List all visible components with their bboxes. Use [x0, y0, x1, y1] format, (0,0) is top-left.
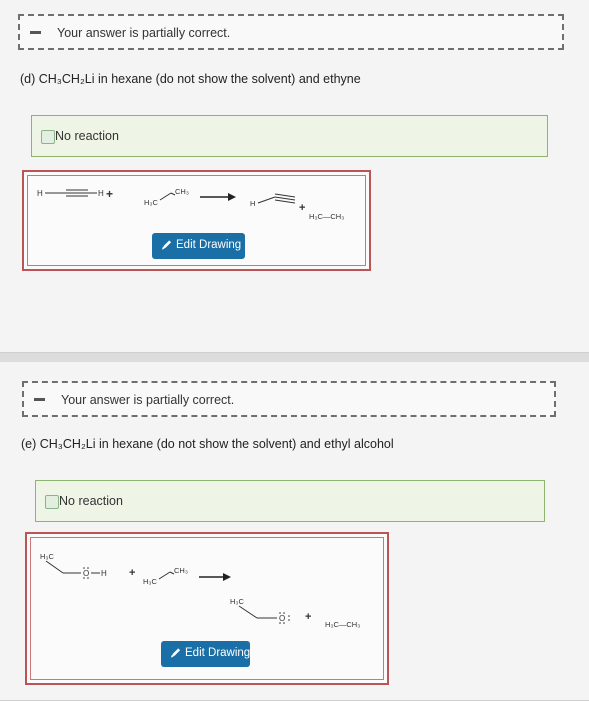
- product-plus: +: [299, 202, 305, 214]
- drawing-area[interactable]: H H + H₃C CH₃ H + H₃C—CH₃ Edit Drawing: [22, 170, 371, 271]
- bond: [45, 560, 64, 574]
- triple-bond-line: [274, 199, 296, 204]
- product-ethane: H₃C—CH₃: [309, 212, 344, 221]
- plus-sign: +: [106, 187, 113, 201]
- reagent-h3c: H₃C: [143, 577, 157, 586]
- no-reaction-option[interactable]: No reaction: [35, 480, 545, 522]
- pencil-icon: [161, 240, 172, 250]
- feedback-banner: Your answer is partially correct.: [18, 14, 564, 50]
- ethyne-h-left: H: [37, 189, 43, 198]
- reagent-ch3: CH₃: [174, 566, 188, 575]
- question-card-d: Your answer is partially correct. (d) CH…: [0, 0, 589, 353]
- product-oxygen: O: [279, 614, 285, 623]
- product-methyl: H₃C: [230, 597, 244, 606]
- bond: [238, 605, 258, 619]
- lone-pair-dot: [87, 577, 89, 579]
- edit-drawing-label: Edit Drawing: [176, 239, 242, 251]
- triple-bond-line: [274, 196, 296, 201]
- feedback-message: Your answer is partially correct.: [61, 393, 235, 407]
- checkbox[interactable]: [45, 495, 59, 509]
- lone-pair-dot: [279, 622, 281, 624]
- question-text: (e) CH₃CH₂Li in hexane (do not show the …: [21, 437, 394, 451]
- no-reaction-option[interactable]: No reaction: [31, 115, 548, 157]
- pencil-icon: [170, 648, 181, 658]
- feedback-banner: Your answer is partially correct.: [22, 381, 556, 417]
- ethanol-methyl: H₃C: [40, 552, 54, 561]
- feedback-message: Your answer is partially correct.: [57, 26, 231, 40]
- product-plus: +: [305, 611, 311, 623]
- triple-bond-line: [274, 193, 296, 198]
- arrow-head: [223, 573, 231, 581]
- bond: [159, 192, 172, 201]
- lone-pair-dot: [83, 577, 85, 579]
- ethyne-h-right: H: [98, 189, 104, 198]
- lone-pair-dot: [87, 567, 89, 569]
- lone-pair-dot: [283, 612, 285, 614]
- checkbox[interactable]: [41, 130, 55, 144]
- lone-pair-dot: [83, 567, 85, 569]
- bond: [257, 196, 276, 204]
- lone-pair-dot: [288, 619, 290, 621]
- bond: [158, 571, 171, 580]
- lone-pair-dot: [283, 622, 285, 624]
- question-text: (d) CH₃CH₂Li in hexane (do not show the …: [20, 72, 361, 86]
- minus-icon: [34, 398, 45, 401]
- edit-drawing-button[interactable]: Edit Drawing: [161, 641, 250, 667]
- product-ethane: H₃C—CH₃: [325, 620, 360, 629]
- reagent-h3c: H₃C: [144, 198, 158, 207]
- lone-pair-dot: [279, 612, 281, 614]
- lone-pair-dot: [288, 615, 290, 617]
- question-card-e: Your answer is partially correct. (e) CH…: [0, 362, 589, 701]
- option-label: No reaction: [59, 494, 123, 508]
- edit-drawing-button[interactable]: Edit Drawing: [152, 233, 245, 259]
- ethanol-oxygen: O: [83, 569, 89, 578]
- arrow-head: [228, 193, 236, 201]
- edit-drawing-label: Edit Drawing: [185, 647, 251, 659]
- plus-sign: +: [129, 567, 135, 579]
- reagent-ch3: CH₃: [175, 187, 189, 196]
- drawing-area[interactable]: H₃C O H + H₃C CH₃ H₃C O + H₃C—CH₃ Edit D…: [25, 532, 389, 685]
- ethanol-h: H: [101, 569, 107, 578]
- option-label: No reaction: [55, 129, 119, 143]
- minus-icon: [30, 31, 41, 34]
- product-h: H: [250, 199, 255, 208]
